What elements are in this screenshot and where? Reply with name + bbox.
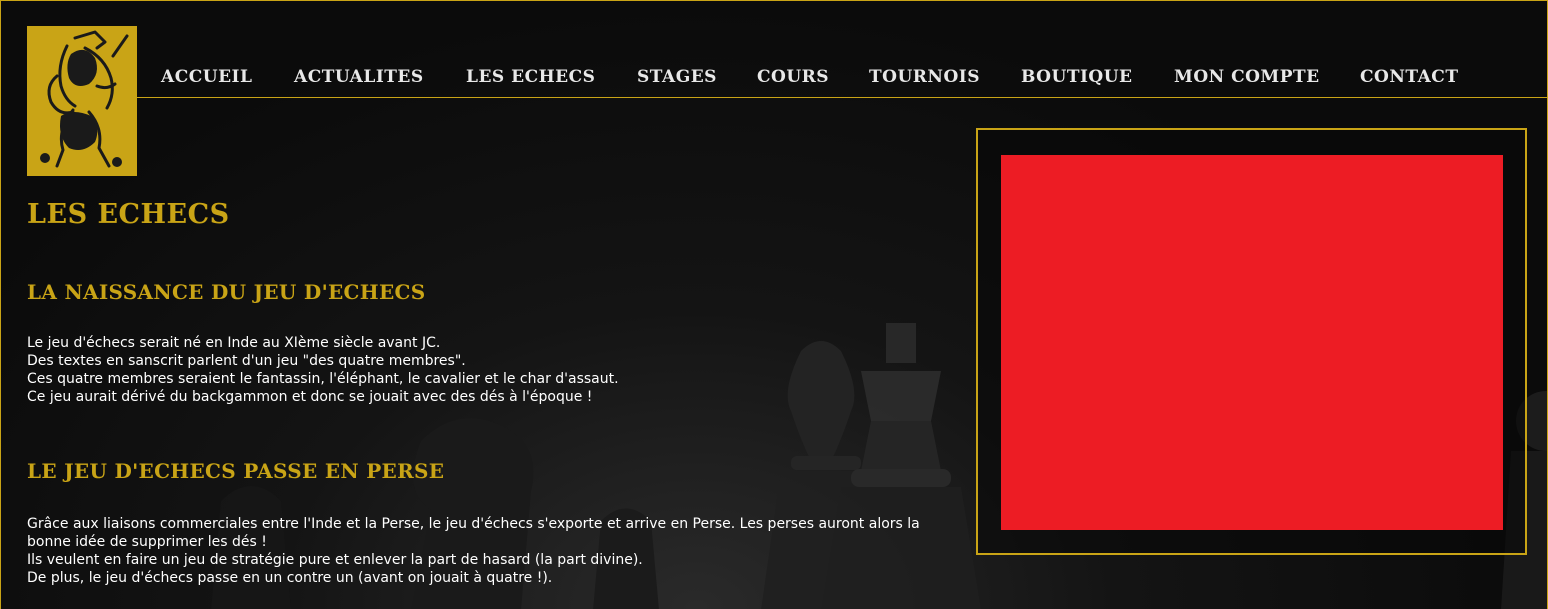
section-title-perse: LE JEU D'ECHECS PASSE EN PERSE [27,459,445,483]
nav-item-accueil[interactable]: ACCUEIL [161,67,252,87]
nav-item-contact[interactable]: CONTACT [1360,67,1458,87]
nav-item-tournois[interactable]: TOURNOIS [869,67,980,87]
section-text-naissance: Le jeu d'échecs serait né en Inde au XIè… [27,334,957,406]
paragraph-line: Ce jeu aurait dérivé du backgammon et do… [27,389,593,405]
nav-item-mon-compte[interactable]: MON COMPTE [1174,67,1320,87]
nav-item-les-echecs[interactable]: LES ECHECS [466,67,595,87]
paragraph-line: Ces quatre membres seraient le fantassin… [27,371,619,387]
knight-warrior-logo-icon [27,26,137,176]
site-logo[interactable] [27,26,137,176]
paragraph-line: Grâce aux liaisons commerciales entre l'… [27,516,920,550]
media-placeholder[interactable] [1001,155,1503,530]
nav-item-stages[interactable]: STAGES [637,67,717,87]
nav-item-actualites[interactable]: ACTUALITES [294,67,424,87]
section-text-perse: Grâce aux liaisons commerciales entre l'… [27,515,957,587]
page-title: LES ECHECS [27,199,230,230]
paragraph-line: Ils veulent en faire un jeu de stratégie… [27,552,643,568]
page-frame: ACCUEIL ACTUALITES LES ECHECS STAGES COU… [0,0,1548,609]
nav-divider [137,97,1547,98]
section-title-naissance: LA NAISSANCE DU JEU D'ECHECS [27,280,426,304]
paragraph-line: De plus, le jeu d'échecs passe en un con… [27,570,553,586]
nav-item-boutique[interactable]: BOUTIQUE [1021,67,1133,87]
paragraph-line: Des textes en sanscrit parlent d'un jeu … [27,353,466,369]
paragraph-line: Le jeu d'échecs serait né en Inde au XIè… [27,335,441,351]
nav-item-cours[interactable]: COURS [757,67,829,87]
